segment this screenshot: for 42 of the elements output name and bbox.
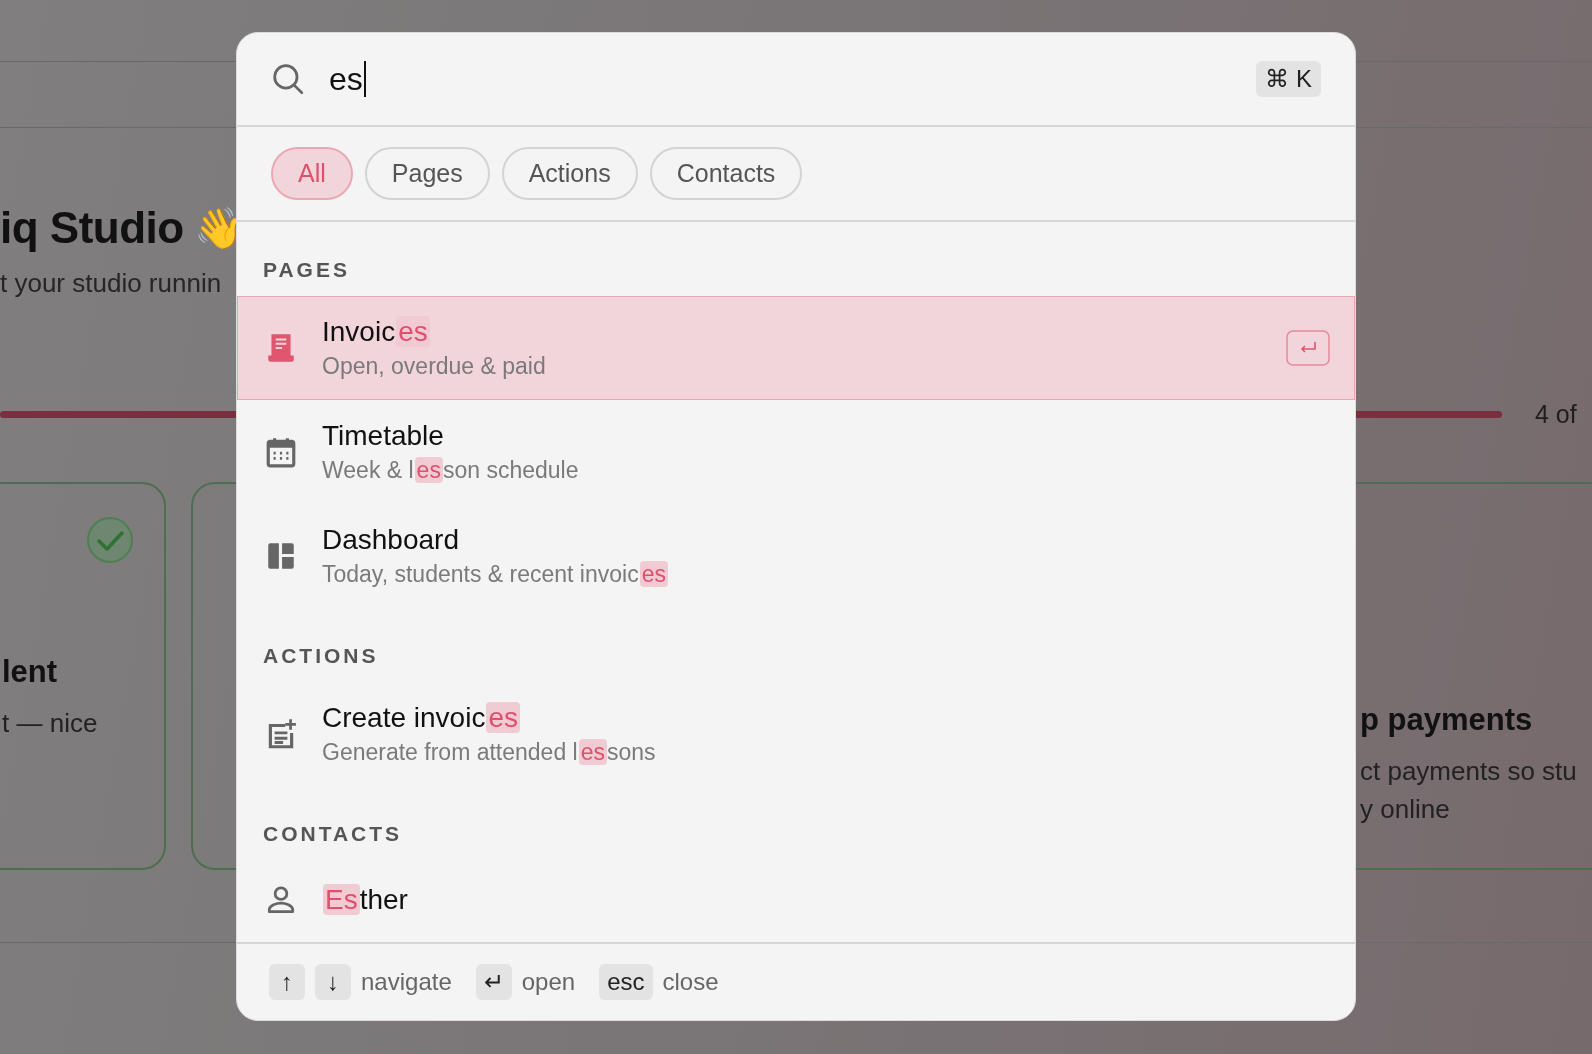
check-circle-icon	[86, 516, 134, 564]
key-hint: ↵	[475, 964, 512, 1000]
search-field[interactable]: es	[329, 56, 1257, 102]
result-item[interactable]: Invoices Open, overdue & paid	[237, 296, 1355, 400]
key-hint-label: open	[521, 968, 576, 996]
section-label: PAGES	[262, 257, 351, 283]
calendar-icon	[264, 435, 298, 469]
filter-chip[interactable]: Contacts	[649, 147, 803, 200]
result-item[interactable]: Dashboard Today, students & recent invoices	[237, 504, 1355, 608]
result-item[interactable]: Esther	[237, 860, 1355, 940]
result-subtitle: Generate from attended l essons	[322, 738, 657, 767]
section-label: CONTACTS	[262, 821, 404, 847]
card-title: lent	[2, 654, 59, 690]
result-subtitle: Today, students & recent invoices	[322, 560, 669, 589]
key-hint: ↑	[269, 964, 305, 1000]
enter-key-icon	[1286, 330, 1330, 366]
result-title: Dashboard	[322, 523, 460, 557]
key-hint-label: navigate	[361, 968, 452, 996]
result-subtitle: Week & l esson schedule	[322, 456, 580, 485]
section-label: ACTIONS	[262, 643, 380, 669]
page-heading: iq Studio	[0, 203, 184, 253]
result-title: Create invoices	[322, 701, 521, 735]
result-title: Timetable	[322, 419, 445, 453]
result-item[interactable]: Create invoices Generate from attended l essons	[237, 682, 1355, 786]
key-hint-label: close	[662, 968, 719, 996]
result-title: Esther	[322, 883, 409, 917]
filter-chip[interactable]: Pages	[364, 147, 490, 200]
search-icon	[271, 62, 305, 96]
page-subtitle: t your studio runnin	[0, 268, 222, 299]
key-hint: ↓	[315, 964, 351, 1000]
card-text: t — nice	[2, 707, 99, 740]
result-item[interactable]: Timetable Week & l esson schedule	[237, 400, 1355, 504]
card-title: p payments	[1360, 702, 1534, 738]
card-text: y online	[1360, 793, 1451, 826]
waving-hand-emoji: 👋	[193, 204, 244, 252]
filter-chip[interactable]: Actions	[501, 147, 638, 200]
card-text: ct payments so stu	[1360, 755, 1578, 788]
key-hint: esc	[599, 964, 653, 1000]
progress-reading: 4 of	[1535, 399, 1577, 429]
result-title: Invoices	[322, 315, 431, 349]
shortcut-key: ⌘ K	[1256, 61, 1321, 97]
result-subtitle: Open, overdue & paid	[322, 352, 547, 381]
